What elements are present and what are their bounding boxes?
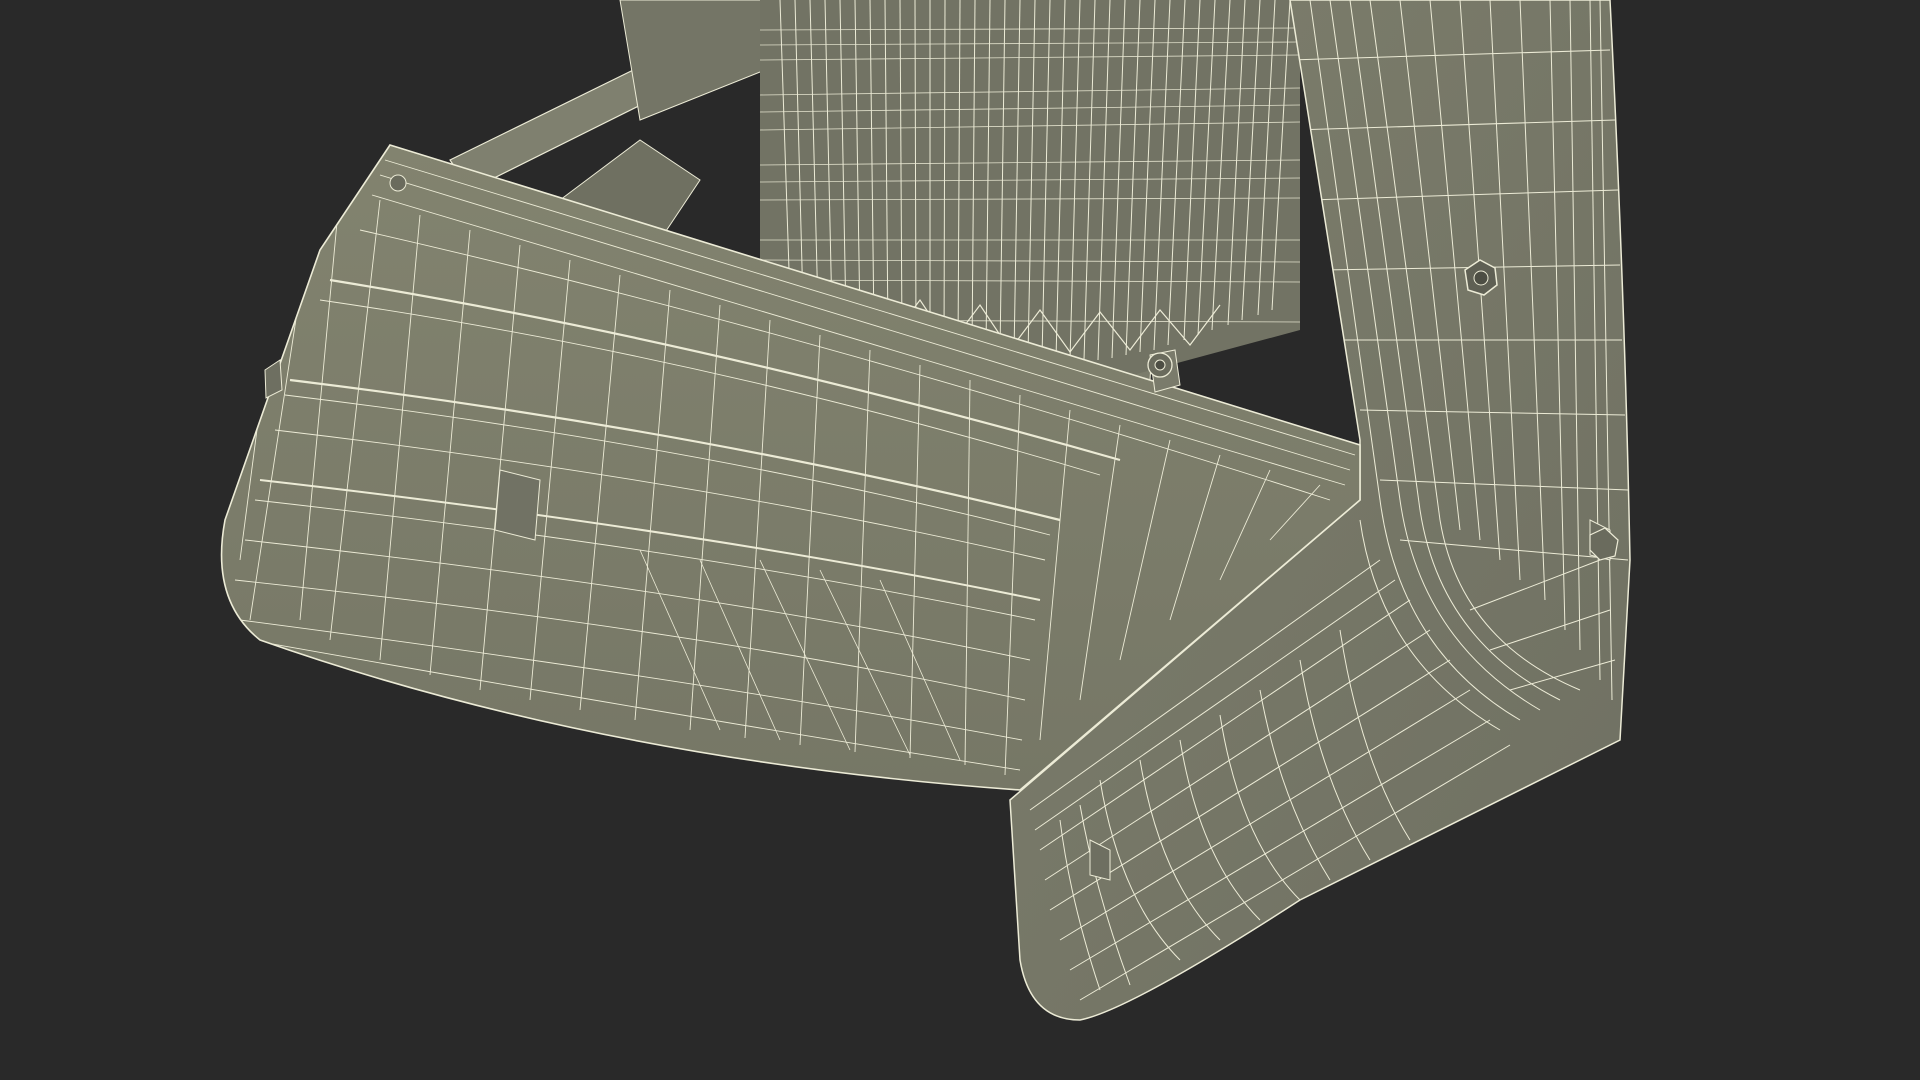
render-viewport (0, 0, 1920, 1080)
wireframe-model-render (220, 0, 1631, 1021)
